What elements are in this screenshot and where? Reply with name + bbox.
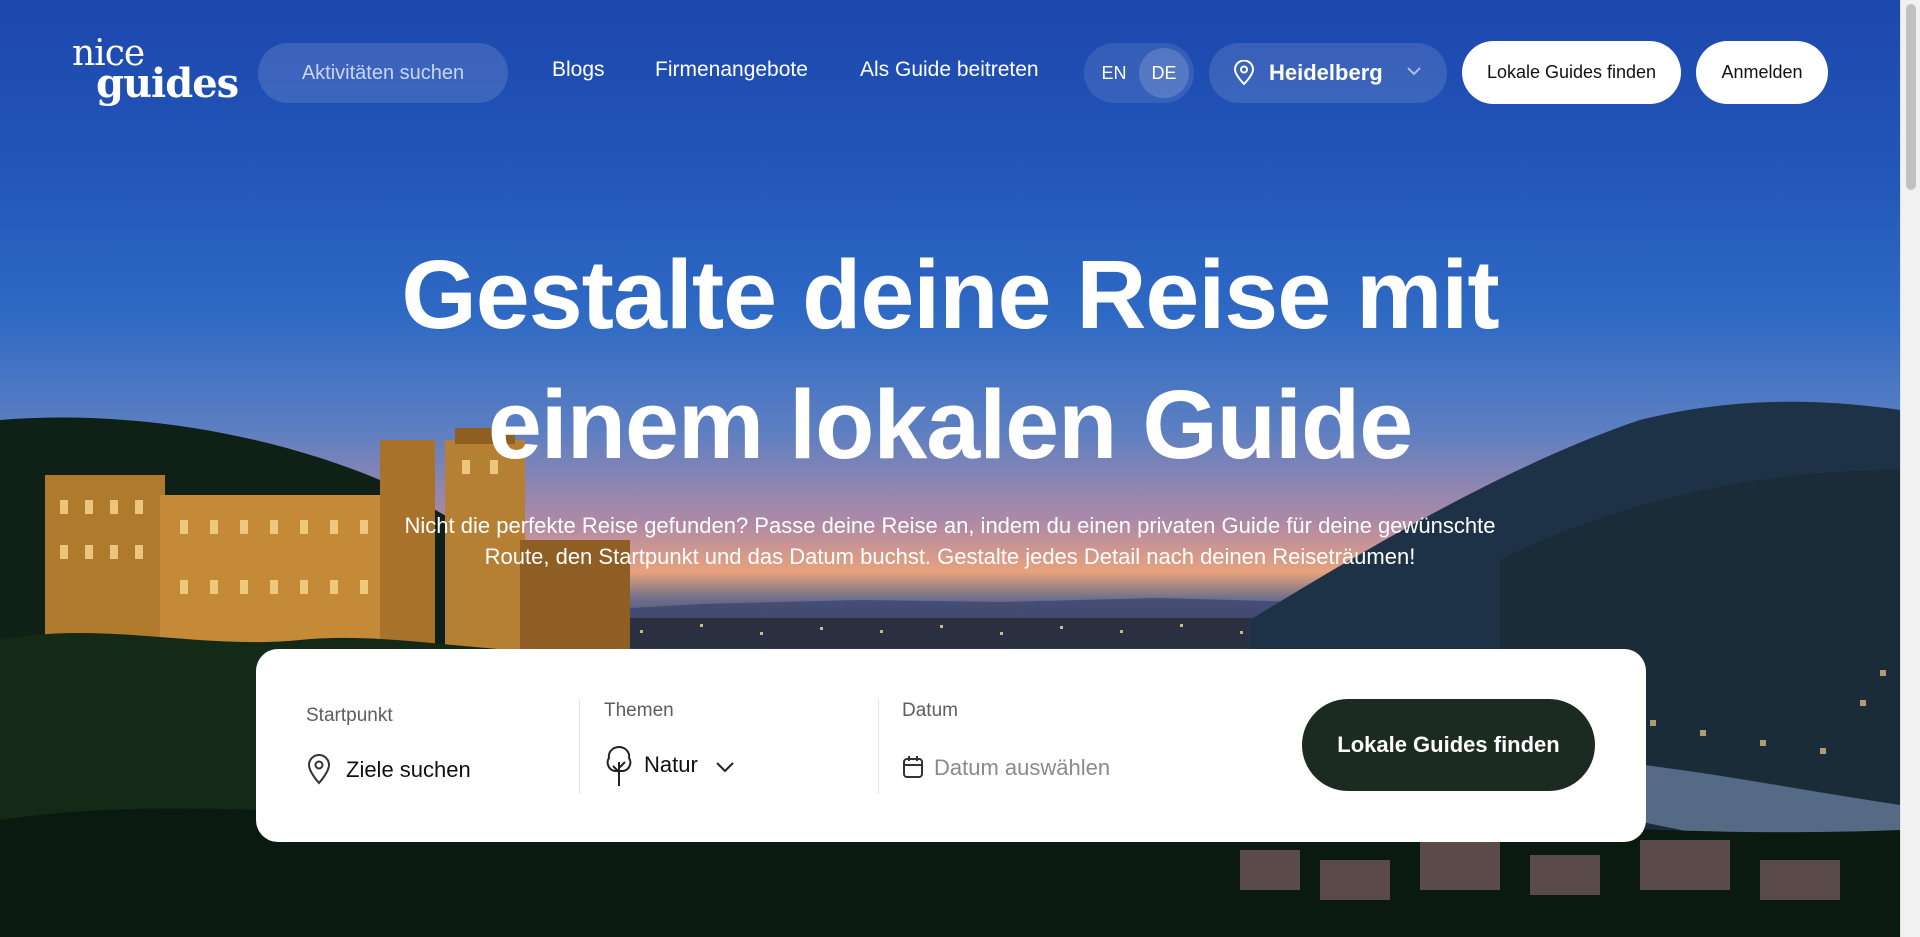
guide-search-card: Startpunkt Ziele suchen Themen Natur Dat… — [256, 649, 1646, 842]
activity-search-button[interactable]: Aktivitäten suchen — [258, 43, 508, 103]
themes-label: Themen — [604, 700, 674, 721]
nav-link-blogs[interactable]: Blogs — [552, 58, 605, 82]
start-point-value: Ziele suchen — [346, 757, 471, 782]
language-switcher: EN DE — [1084, 43, 1194, 103]
hero-headline-line1: Gestalte deine Reise mit — [401, 240, 1499, 349]
hero-headline-line2: einem lokalen Guide — [487, 370, 1413, 479]
hero-headline: Gestalte deine Reise mit einem lokalen G… — [300, 230, 1600, 490]
language-option-en[interactable]: EN — [1089, 48, 1139, 98]
scrollbar-thumb[interactable] — [1906, 4, 1916, 190]
logo-text-guides: guides — [96, 60, 239, 107]
login-button[interactable]: Anmelden — [1696, 41, 1828, 104]
date-picker[interactable]: Datum auswählen — [902, 749, 1202, 789]
city-selector[interactable]: Heidelberg — [1209, 43, 1447, 103]
hero-subtext-line2: Route, den Startpunkt und das Datum buch… — [484, 544, 1416, 569]
page-scrollbar[interactable] — [1900, 0, 1920, 937]
date-label: Datum — [902, 700, 958, 721]
start-point-input[interactable]: Ziele suchen — [306, 751, 606, 791]
top-navigation: nice guides Aktivitäten suchen Blogs Fir… — [0, 0, 1900, 145]
location-pin-icon — [307, 754, 331, 785]
themes-dropdown[interactable]: Natur — [604, 744, 764, 794]
field-divider — [579, 699, 580, 794]
hero-subtext: Nicht die perfekte Reise gefunden? Passe… — [350, 510, 1550, 572]
city-name: Heidelberg — [1269, 60, 1383, 85]
hero-subtext-line1: Nicht die perfekte Reise gefunden? Passe… — [404, 513, 1496, 538]
nav-link-company-offers[interactable]: Firmenangebote — [655, 58, 808, 82]
chevron-down-icon — [716, 762, 734, 773]
search-guides-submit-button[interactable]: Lokale Guides finden — [1302, 699, 1595, 791]
field-divider — [878, 699, 879, 794]
find-local-guides-button[interactable]: Lokale Guides finden — [1462, 41, 1681, 104]
start-point-label: Startpunkt — [306, 705, 393, 726]
site-logo[interactable]: nice guides — [72, 34, 239, 112]
nav-link-join-as-guide[interactable]: Als Guide beitreten — [860, 58, 1039, 82]
location-pin-icon — [1233, 60, 1255, 86]
chevron-down-icon — [1407, 67, 1421, 76]
themes-value: Natur — [644, 752, 698, 777]
calendar-icon — [903, 756, 923, 778]
tree-icon — [606, 745, 632, 786]
language-option-de[interactable]: DE — [1139, 48, 1189, 98]
date-placeholder: Datum auswählen — [934, 755, 1111, 780]
